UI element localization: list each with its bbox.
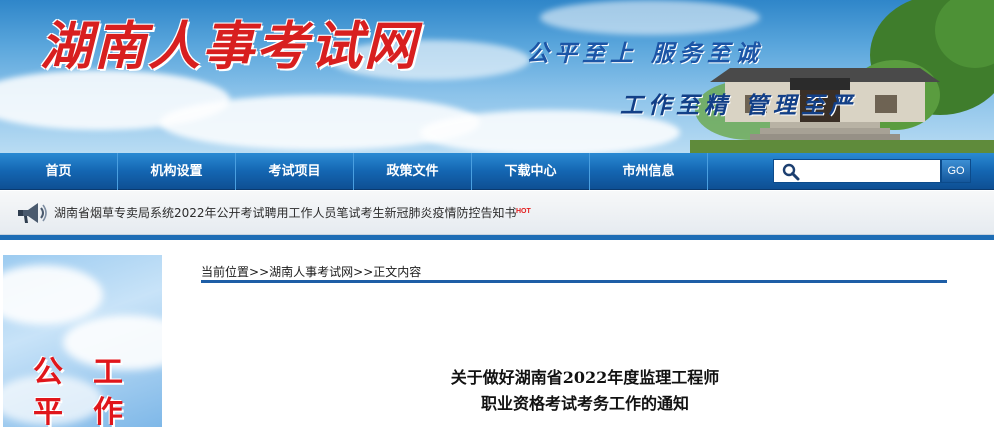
side-banner: 公 平 工 作 bbox=[3, 255, 162, 427]
megaphone-icon bbox=[18, 203, 47, 223]
search-icon bbox=[782, 163, 800, 181]
side-banner-char: 作 bbox=[93, 395, 123, 427]
nav-item-policy-documents[interactable]: 政策文件 bbox=[354, 153, 472, 190]
banner-slogan-1: 公平至上 服务至诚 bbox=[526, 40, 764, 67]
nav-item-exam-projects[interactable]: 考试项目 bbox=[236, 153, 354, 190]
breadcrumb-home-link[interactable]: 湖南人事考试网 bbox=[269, 265, 353, 279]
nav-item-download-center[interactable]: 下载中心 bbox=[472, 153, 590, 190]
notice-link[interactable]: 湖南省烟草专卖局系统2022年公开考试聘用工作人员笔试考生新冠肺炎疫情防控告知书 bbox=[54, 204, 517, 221]
search-go-button[interactable]: GO bbox=[941, 159, 971, 183]
search-box bbox=[773, 159, 941, 183]
breadcrumb: 当前位置>>湖南人事考试网>>正文内容 bbox=[201, 263, 421, 280]
nav-item-organization[interactable]: 机构设置 bbox=[118, 153, 236, 190]
nav-item-home[interactable]: 首页 bbox=[0, 153, 118, 190]
nav-item-city-info[interactable]: 市州信息 bbox=[590, 153, 708, 190]
divider-strip bbox=[0, 235, 994, 240]
breadcrumb-separator: >> bbox=[353, 265, 374, 279]
breadcrumb-current-label: 当前位置 bbox=[201, 265, 250, 279]
side-cloud bbox=[3, 265, 103, 325]
breadcrumb-rule bbox=[201, 280, 947, 283]
breadcrumb-page: 正文内容 bbox=[373, 265, 422, 279]
side-banner-char: 工 bbox=[93, 355, 123, 390]
article-title-line-1: 关于做好湖南省2022年度监理工程师 bbox=[450, 368, 720, 387]
search-input[interactable] bbox=[806, 162, 936, 180]
breadcrumb-separator: >> bbox=[249, 265, 270, 279]
site-banner: 湖南人事考试网 公平至上 服务至诚 工作至精 管理至严 bbox=[0, 0, 994, 153]
temple-scenery bbox=[690, 0, 994, 153]
site-logo[interactable]: 湖南人事考试网 bbox=[40, 4, 418, 79]
side-banner-char: 公 bbox=[33, 355, 63, 390]
article-title-line-2: 职业资格考试考务工作的通知 bbox=[480, 394, 689, 413]
notice-bar: 湖南省烟草专卖局系统2022年公开考试聘用工作人员笔试考生新冠肺炎疫情防控告知书… bbox=[0, 191, 994, 235]
hot-badge: HOT bbox=[516, 208, 531, 215]
article-title: 关于做好湖南省2022年度监理工程师 职业资格考试考务工作的通知 bbox=[300, 365, 870, 417]
side-banner-char: 平 bbox=[33, 395, 63, 427]
banner-slogan-2: 工作至精 管理至严 bbox=[620, 92, 858, 119]
